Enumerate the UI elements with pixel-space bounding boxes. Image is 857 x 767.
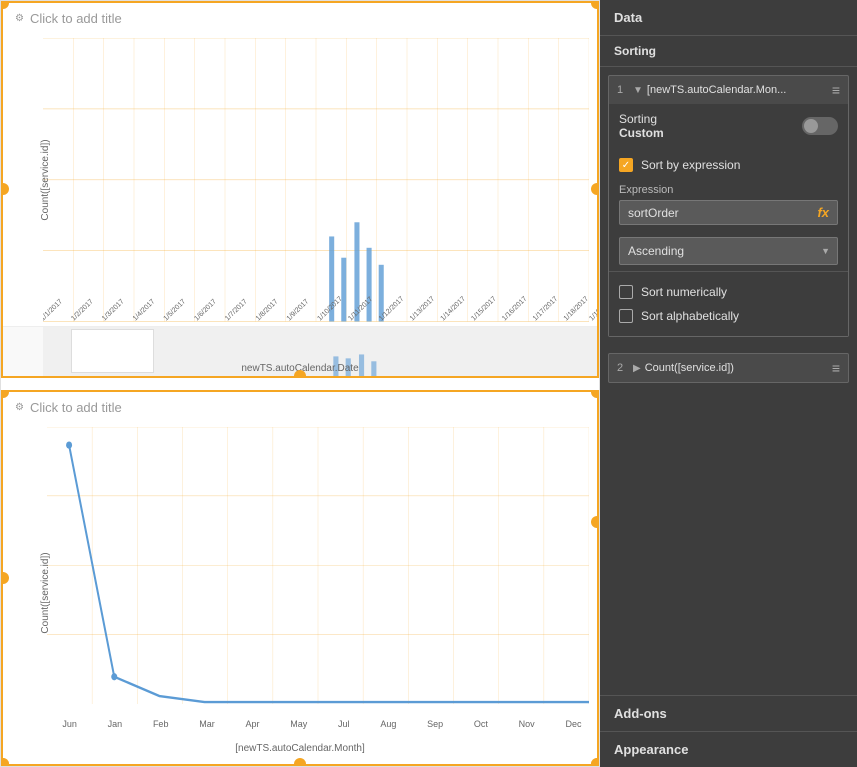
chart1-title[interactable]: ⚙ Click to add title xyxy=(3,3,597,34)
chart1-container: ⚙ Click to add title Count([service.id]) xyxy=(1,1,599,378)
svg-text:1/16/2017: 1/16/2017 xyxy=(500,294,528,322)
chart2-title-icon: ⚙ xyxy=(15,402,24,413)
ascending-dropdown-section: Ascending Descending xyxy=(609,231,848,271)
x-tick-jan: Jan xyxy=(108,719,123,729)
sorting-toggle[interactable] xyxy=(802,117,838,135)
x-tick-apr: Apr xyxy=(245,719,259,729)
chart2-x-axis-ticks: Jun Jan Feb Mar Apr May Jul Aug Sep Oct … xyxy=(47,719,597,729)
sort-alphabetically-checkbox[interactable] xyxy=(619,309,633,323)
sort-by-expression-checkbox[interactable] xyxy=(619,158,633,172)
toggle-knob xyxy=(804,119,818,133)
ascending-dropdown-wrapper: Ascending Descending xyxy=(619,237,838,265)
sorting-section-header: Sorting xyxy=(600,36,857,67)
sort-item-2-expand: ▶ xyxy=(633,363,641,374)
chart1-title-text: Click to add title xyxy=(30,11,122,26)
svg-text:1/15/2017: 1/15/2017 xyxy=(470,294,498,322)
sorting-custom-label: Custom xyxy=(619,126,664,140)
x-tick-jun: Jun xyxy=(62,719,77,729)
chart1-y-label: Count([service.id]) xyxy=(40,139,51,220)
sort-by-expression-row: Sort by expression xyxy=(609,152,848,178)
sort-item-1-header[interactable]: 1 ▼ [newTS.autoCalendar.Mon... ≡ xyxy=(609,76,848,104)
svg-text:1/10/2017: 1/10/2017 xyxy=(316,294,344,322)
sort-numerically-row: Sort numerically xyxy=(619,280,838,304)
chart1-title-icon: ⚙ xyxy=(15,13,24,24)
chart1-bottom-handle[interactable] xyxy=(294,370,306,378)
sort-item-2: 2 ▶ Count([service.id]) ≡ xyxy=(608,353,849,383)
x-tick-nov: Nov xyxy=(519,719,535,729)
sort-item-2-header[interactable]: 2 ▶ Count([service.id]) ≡ xyxy=(609,354,848,382)
svg-text:1/8/2017: 1/8/2017 xyxy=(254,297,280,322)
chart2-container: ⚙ Click to add title Count([service.id]) xyxy=(1,390,599,767)
svg-text:1/7/2017: 1/7/2017 xyxy=(223,297,249,322)
svg-text:1/18/2017: 1/18/2017 xyxy=(562,294,590,322)
sort-item-1-menu-icon[interactable]: ≡ xyxy=(832,82,840,98)
x-tick-feb: Feb xyxy=(153,719,169,729)
sort-item-2-menu-icon[interactable]: ≡ xyxy=(832,360,840,376)
sorting-labels: Sorting Custom xyxy=(619,112,664,140)
data-section-header: Data xyxy=(600,0,857,36)
sort-item-1-expand: ▼ xyxy=(633,85,643,96)
sort-item-1: 1 ▼ [newTS.autoCalendar.Mon... ≡ Sorting… xyxy=(608,75,849,337)
expression-input-row: fx xyxy=(619,200,838,225)
sort-item-2-name: Count([service.id]) xyxy=(645,362,828,374)
svg-text:1/19/2017: 1/19/2017 xyxy=(588,294,597,322)
chart1-brush[interactable]: newTS.autoCalendar.Date xyxy=(3,326,597,376)
expression-input[interactable] xyxy=(628,206,811,220)
svg-text:1/9/2017: 1/9/2017 xyxy=(285,297,311,322)
sort-numerically-label: Sort numerically xyxy=(641,285,727,299)
sort-item-1-number: 1 xyxy=(617,84,629,96)
chart2-svg: 30 20 10 0 xyxy=(47,427,589,705)
x-tick-aug: Aug xyxy=(380,719,396,729)
expression-label: Expression xyxy=(619,184,838,196)
sort-by-expression-label: Sort by expression xyxy=(641,158,740,172)
svg-text:1/3/2017: 1/3/2017 xyxy=(100,297,126,322)
resize-handle2-tr[interactable] xyxy=(591,390,599,398)
ascending-dropdown[interactable]: Ascending Descending xyxy=(619,237,838,265)
svg-text:1/12/2017: 1/12/2017 xyxy=(377,294,405,322)
expression-section: Expression fx xyxy=(609,178,848,231)
addons-section[interactable]: Add-ons xyxy=(600,695,857,731)
sort-alphabetically-label: Sort alphabetically xyxy=(641,309,739,323)
sorting-label: Sorting xyxy=(619,112,664,126)
chart-area: ⚙ Click to add title Count([service.id]) xyxy=(0,0,600,767)
x-tick-mar: Mar xyxy=(199,719,215,729)
x-tick-oct: Oct xyxy=(474,719,488,729)
svg-text:1/2/2017: 1/2/2017 xyxy=(69,297,95,322)
chart2-title[interactable]: ⚙ Click to add title xyxy=(3,392,597,423)
svg-text:1/14/2017: 1/14/2017 xyxy=(439,294,467,322)
x-tick-sep: Sep xyxy=(427,719,443,729)
svg-text:1/6/2017: 1/6/2017 xyxy=(193,297,219,322)
sort-item-2-number: 2 xyxy=(617,362,629,374)
sort-alphabetically-row: Sort alphabetically xyxy=(619,304,838,328)
svg-text:1/17/2017: 1/17/2017 xyxy=(531,294,559,322)
svg-text:1/11/2017: 1/11/2017 xyxy=(346,295,374,322)
sort-options-section: Sort numerically Sort alphabetically xyxy=(609,271,848,336)
appearance-section[interactable]: Appearance xyxy=(600,731,857,767)
chart1-x-axis: 1/1/2017 1/2/2017 1/3/2017 1/4/2017 1/5/… xyxy=(43,266,597,326)
right-panel: Data Sorting 1 ▼ [newTS.autoCalendar.Mon… xyxy=(600,0,857,767)
svg-text:1/5/2017: 1/5/2017 xyxy=(162,297,188,322)
chart2-bottom-right-handle[interactable] xyxy=(591,758,599,766)
svg-text:1/4/2017: 1/4/2017 xyxy=(131,297,157,322)
x-tick-jul: Jul xyxy=(338,719,350,729)
chart2-bottom-handle[interactable] xyxy=(294,758,306,766)
svg-text:1/1/2017: 1/1/2017 xyxy=(43,297,64,322)
panel-spacer xyxy=(600,391,857,695)
sorting-toggle-row: Sorting Custom xyxy=(619,112,838,140)
chart2-y-label: Count([service.id]) xyxy=(40,553,51,634)
chart2-x-axis-label: [newTS.autoCalendar.Month] xyxy=(3,743,597,754)
sorting-custom-content: Sorting Custom xyxy=(609,104,848,152)
fx-button[interactable]: fx xyxy=(817,205,829,220)
chart2-title-text: Click to add title xyxy=(30,400,122,415)
chart1-body: Count([service.id]) xyxy=(3,34,597,326)
svg-text:1/13/2017: 1/13/2017 xyxy=(408,294,436,322)
x-tick-dec: Dec xyxy=(565,719,581,729)
sort-item-1-name: [newTS.autoCalendar.Mon... xyxy=(647,84,828,96)
sort-numerically-checkbox[interactable] xyxy=(619,285,633,299)
x-tick-may: May xyxy=(290,719,307,729)
chart2-body: Count([service.id]) xyxy=(3,423,597,765)
